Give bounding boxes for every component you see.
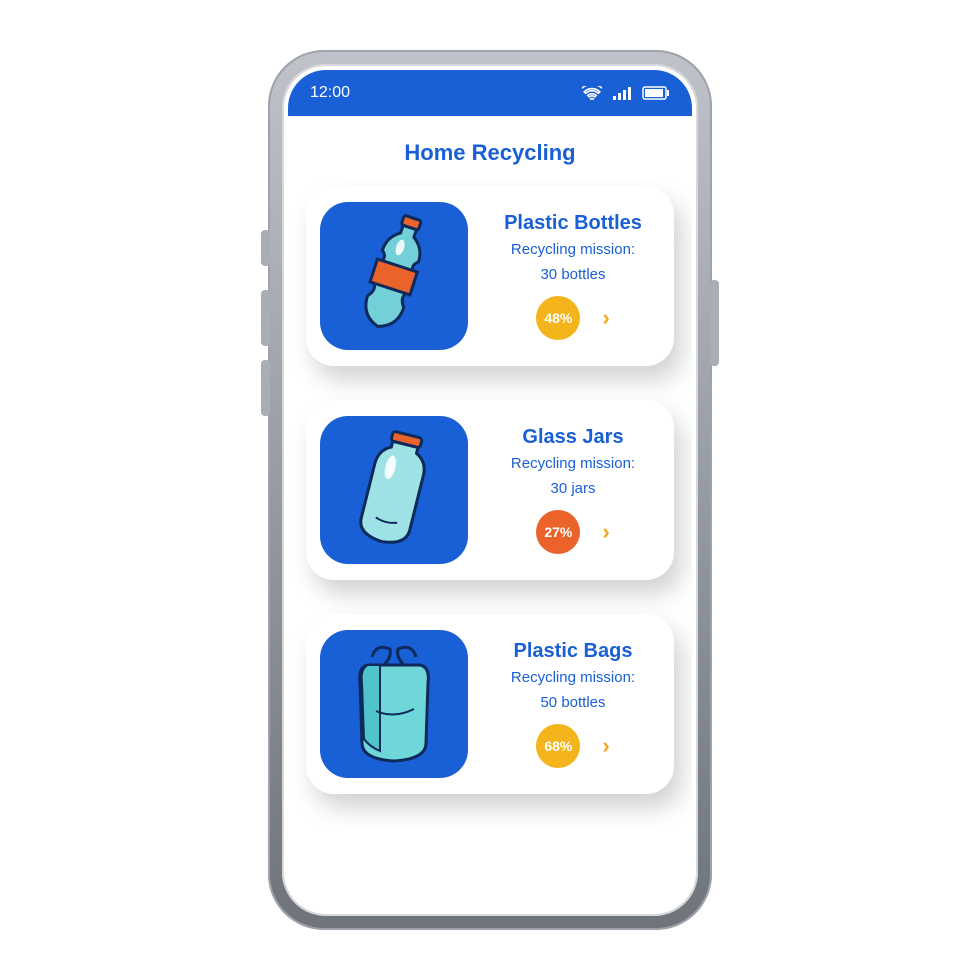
card-title: Plastic Bottles [504,212,642,235]
card-progress-row: 27% › [536,510,609,554]
card-progress-row: 68% › [536,724,609,768]
chevron-right-icon[interactable]: › [602,519,609,545]
card-body: Plastic Bags Recycling mission: 50 bottl… [468,640,660,769]
page-title: Home Recycling [288,116,692,186]
card-plastic-bottles[interactable]: Plastic Bottles Recycling mission: 30 bo… [306,186,674,366]
signal-icon [612,86,632,100]
cards-list: Plastic Bottles Recycling mission: 30 bo… [288,186,692,814]
card-glass-jars[interactable]: Glass Jars Recycling mission: 30 jars 27… [306,400,674,580]
card-progress-row: 48% › [536,296,609,340]
phone-side-button [261,360,270,416]
screen: 12:00 Home Recycling [288,70,692,910]
phone-frame: 12:00 Home Recycling [268,50,712,930]
plastic-bag-icon [320,630,468,778]
progress-badge: 48% [536,296,580,340]
card-mission-label: Recycling mission: [511,455,635,474]
card-body: Glass Jars Recycling mission: 30 jars 27… [468,426,660,555]
card-mission-label: Recycling mission: [511,669,635,688]
chevron-right-icon[interactable]: › [602,305,609,331]
card-title: Glass Jars [522,426,623,449]
phone-side-button [261,230,270,266]
status-indicators [582,86,670,100]
card-mission-label: Recycling mission: [511,241,635,260]
phone-side-button [710,280,719,366]
battery-icon [642,86,670,100]
card-body: Plastic Bottles Recycling mission: 30 bo… [468,212,660,341]
card-mission-value: 30 bottles [540,266,605,285]
wifi-icon [582,86,602,100]
progress-badge: 68% [536,724,580,768]
card-title: Plastic Bags [514,640,633,663]
status-time: 12:00 [310,84,350,102]
card-mission-value: 30 jars [550,480,595,499]
glass-jar-icon [320,416,468,564]
chevron-right-icon[interactable]: › [602,733,609,759]
progress-badge: 27% [536,510,580,554]
plastic-bottle-icon [320,202,468,350]
phone-bezel: 12:00 Home Recycling [282,64,698,916]
status-bar: 12:00 [288,70,692,116]
card-mission-value: 50 bottles [540,694,605,713]
card-plastic-bags[interactable]: Plastic Bags Recycling mission: 50 bottl… [306,614,674,794]
phone-side-button [261,290,270,346]
